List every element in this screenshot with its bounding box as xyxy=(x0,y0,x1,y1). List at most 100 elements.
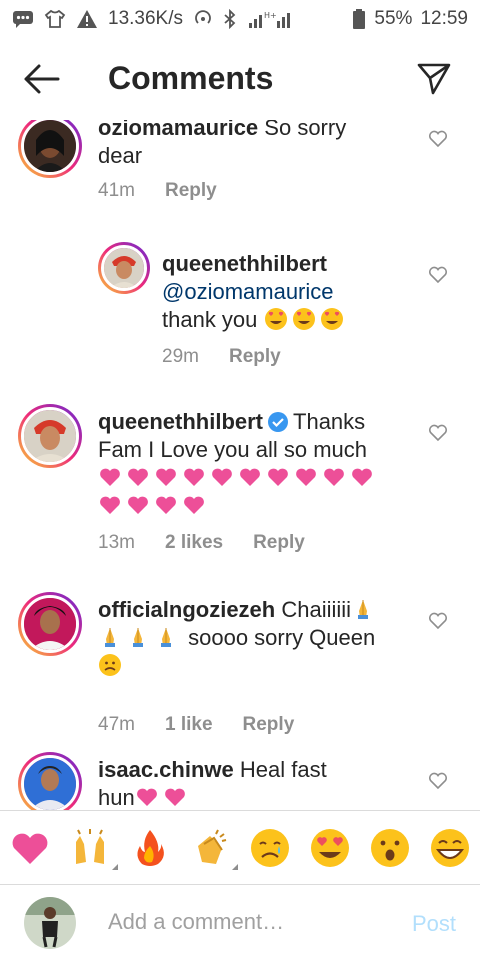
my-avatar[interactable] xyxy=(24,897,76,949)
comment-time: 47m xyxy=(98,714,135,735)
comment-meta: 41m Reply xyxy=(98,180,217,202)
like-comment-button[interactable] xyxy=(428,424,448,442)
tshirt-icon xyxy=(44,9,66,29)
comment-text: isaac.chinwe Heal fast hun xyxy=(98,757,327,810)
bluetooth-icon xyxy=(223,9,237,29)
folded-hands-emoji xyxy=(161,628,171,647)
comment-time: 41m xyxy=(98,180,135,201)
comment-item: officialngoziezeh Chaiiiiii soooo sorry … xyxy=(0,592,480,735)
likes-count[interactable]: 2 likes xyxy=(165,532,223,554)
reaction-fire-button[interactable] xyxy=(128,826,172,870)
pink-heart-emoji xyxy=(212,468,232,486)
comment-time: 13m xyxy=(98,532,135,553)
comment-username[interactable]: isaac.chinwe xyxy=(98,757,234,782)
folded-hands-emoji xyxy=(358,600,369,619)
signal-icon: H+ xyxy=(247,9,295,29)
back-button[interactable] xyxy=(22,62,62,96)
avatar[interactable] xyxy=(18,752,82,810)
comment-username[interactable]: queenethhilbert xyxy=(162,251,327,276)
warning-icon xyxy=(76,9,98,29)
arrow-left-icon xyxy=(24,64,60,94)
comment-text: oziomamaurice So sorry dear xyxy=(98,120,418,170)
battery-icon xyxy=(352,8,366,30)
reaction-heart-eyes-button[interactable] xyxy=(308,826,352,870)
comment-meta: 47m 1 like Reply xyxy=(98,714,294,736)
avatar[interactable] xyxy=(18,120,82,178)
pink-heart-emoji xyxy=(184,468,204,486)
reply-button[interactable]: Reply xyxy=(165,180,217,202)
hotspot-icon xyxy=(193,9,213,29)
raising-hands-icon xyxy=(76,828,104,864)
pink-heart-emoji xyxy=(296,468,316,486)
surprised-face-icon xyxy=(371,828,409,867)
like-comment-button[interactable] xyxy=(428,772,448,790)
like-comment-button[interactable] xyxy=(428,130,448,148)
comment-meta: 29m Reply xyxy=(162,346,281,368)
frowning-face-emoji xyxy=(99,654,121,676)
heart-outline-icon xyxy=(428,266,448,284)
comment-meta: 13m 2 likes Reply xyxy=(98,532,305,554)
heart-eyes-emoji xyxy=(320,308,343,330)
comment-username[interactable]: queenethhilbert xyxy=(98,409,263,434)
comment-username[interactable]: oziomamaurice xyxy=(98,120,258,140)
likes-count[interactable]: 1 like xyxy=(165,714,213,736)
heart-emojis xyxy=(98,465,378,518)
comment-text: queenethhilbert @oziomamaurice thank you xyxy=(162,250,412,334)
comment-time: 29m xyxy=(162,346,199,367)
comment-text: officialngoziezeh Chaiiiiii soooo sorry … xyxy=(98,596,418,680)
comment-username[interactable]: officialngoziezeh xyxy=(98,597,275,622)
reply-button[interactable]: Reply xyxy=(243,714,295,736)
like-comment-button[interactable] xyxy=(428,612,448,630)
pink-heart-emoji xyxy=(324,468,344,486)
reaction-heart-button[interactable] xyxy=(8,826,52,870)
heart-icon xyxy=(12,833,48,864)
heart-eyes-emoji xyxy=(292,308,315,330)
avatar[interactable] xyxy=(98,242,150,294)
pink-heart-emoji xyxy=(128,468,148,486)
mention-link[interactable]: @oziomamaurice xyxy=(162,279,334,304)
pink-heart-emoji xyxy=(100,468,120,486)
comment-item: queenethhilbert Thanks Fam I Love you all… xyxy=(0,404,480,564)
pink-heart-emoji xyxy=(156,496,176,514)
comment-composer: Post xyxy=(0,884,480,960)
like-comment-button[interactable] xyxy=(428,266,448,284)
svg-text:H+: H+ xyxy=(264,11,277,20)
message-icon xyxy=(12,10,34,28)
reply-button[interactable]: Reply xyxy=(253,532,305,554)
pink-heart-emoji xyxy=(240,468,260,486)
clock: 12:59 xyxy=(420,8,468,29)
paper-plane-icon xyxy=(417,63,451,95)
fire-icon xyxy=(137,829,164,866)
comments-header: Comments xyxy=(0,38,480,120)
verified-badge-icon xyxy=(268,412,289,432)
reply-button[interactable]: Reply xyxy=(229,346,281,368)
share-button[interactable] xyxy=(416,60,452,96)
clapping-hands-icon xyxy=(198,829,227,864)
laughing-face-icon xyxy=(431,828,469,867)
reaction-raising-hands-button[interactable] xyxy=(68,826,118,870)
reaction-crying-button[interactable] xyxy=(248,826,292,870)
post-button[interactable]: Post xyxy=(412,911,456,937)
reaction-clapping-button[interactable] xyxy=(188,826,238,870)
heart-outline-icon xyxy=(428,772,448,790)
reaction-laughing-button[interactable] xyxy=(428,826,472,870)
avatar[interactable] xyxy=(18,592,82,656)
heart-eyes-emoji xyxy=(264,308,287,330)
reaction-surprised-button[interactable] xyxy=(368,826,412,870)
comment-list[interactable]: oziomamaurice So sorry dear 41m Reply qu… xyxy=(0,120,480,810)
folded-hands-emoji xyxy=(105,628,115,647)
comment-item: isaac.chinwe Heal fast hun xyxy=(0,752,480,810)
comment-input[interactable] xyxy=(108,909,388,935)
crying-face-icon xyxy=(251,828,289,867)
heart-outline-icon xyxy=(428,424,448,442)
pink-heart-emoji xyxy=(352,468,372,486)
avatar[interactable] xyxy=(18,404,82,468)
pink-heart-emoji xyxy=(268,468,288,486)
pink-heart-emoji xyxy=(100,496,120,514)
heart-outline-icon xyxy=(428,130,448,148)
quick-reactions-bar xyxy=(0,810,480,884)
battery-level: 55% xyxy=(374,8,413,29)
network-speed: 13.36K/s xyxy=(108,8,183,29)
status-bar: 13.36K/s H+ 55% 12:59 xyxy=(0,0,480,38)
pink-heart-emoji xyxy=(128,496,148,514)
